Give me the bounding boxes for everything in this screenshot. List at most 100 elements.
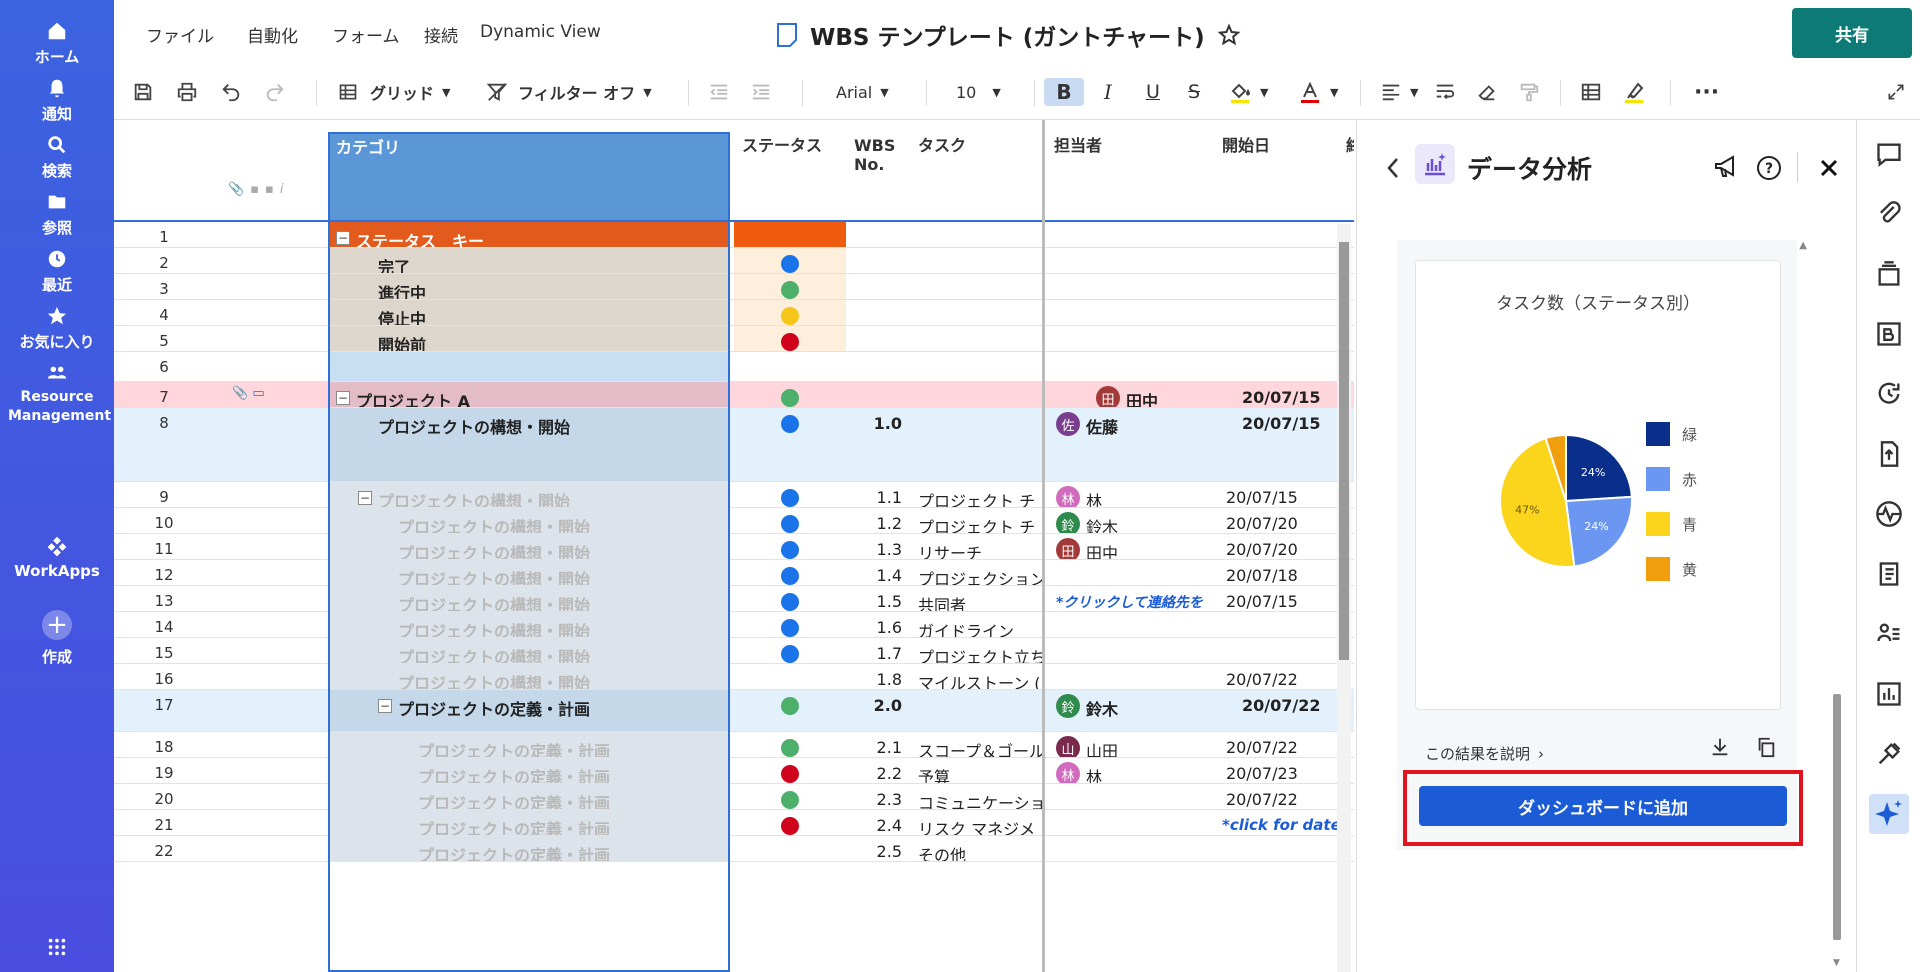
assignee-cell[interactable]: 林林 [1046, 482, 1214, 507]
wbs-cell[interactable] [846, 326, 910, 351]
table-row[interactable]: 14 プロジェクトの構想・開始 1.6 ガイドライン [114, 612, 1354, 638]
status-cell[interactable] [734, 352, 846, 381]
category-cell[interactable]: 完了 [328, 248, 730, 273]
more-options-button[interactable]: ··· [1694, 78, 1719, 106]
task-cell[interactable] [910, 248, 1042, 273]
row-number[interactable]: 16 [114, 670, 214, 688]
task-cell[interactable] [910, 274, 1042, 299]
nav-create[interactable]: + 作成 [0, 610, 114, 667]
row-number[interactable]: 2 [114, 254, 214, 272]
task-cell[interactable]: プロジェクション [910, 560, 1042, 585]
category-cell[interactable]: − プロジェクト A [328, 382, 730, 407]
row-number[interactable]: 10 [114, 514, 214, 532]
wbs-cell[interactable]: 2.2 [846, 758, 910, 783]
assignee-cell[interactable] [1046, 248, 1214, 273]
collapse-toggle-icon[interactable]: − [358, 491, 372, 505]
category-cell[interactable]: − プロジェクトの定義・計画 [328, 690, 730, 731]
row-number[interactable]: 17 [114, 696, 214, 714]
assignee-cell[interactable] [1046, 352, 1214, 381]
nav-resource-management[interactable]: Resource Management [0, 362, 114, 426]
table-row[interactable]: 13 プロジェクトの構想・開始 1.5 共同者 *クリックして連絡先を 20/07/15 [114, 586, 1354, 612]
back-arrow-icon[interactable] [1385, 156, 1401, 180]
table-row[interactable]: 4 停止中 [114, 300, 1354, 326]
nav-notifications[interactable]: 通知 [0, 77, 114, 124]
category-cell[interactable]: プロジェクトの構想・開始 [328, 638, 730, 663]
table-row[interactable]: 20 プロジェクトの定義・計画 2.3 コミュニケーショ 20/07/22 [114, 784, 1354, 810]
nav-favorites[interactable]: お気に入り [0, 305, 114, 352]
category-cell[interactable]: プロジェクトの構想・開始 [328, 612, 730, 637]
column-header-category[interactable]: カテゴリ [328, 132, 730, 220]
status-cell[interactable] [734, 300, 846, 325]
status-cell[interactable] [734, 784, 846, 809]
table-row[interactable]: 1 − ステータス キー [114, 222, 1354, 248]
wbs-cell[interactable]: 2.3 [846, 784, 910, 809]
legend-item[interactable]: 青 [1646, 512, 1697, 536]
nav-home[interactable]: ホーム [0, 20, 114, 67]
task-cell[interactable]: プロジェクト チ [910, 508, 1042, 533]
row-number[interactable]: 18 [114, 738, 214, 756]
start-date-cell[interactable] [1214, 836, 1344, 861]
status-cell[interactable] [734, 534, 846, 559]
category-cell[interactable]: プロジェクトの構想・開始 [328, 408, 730, 481]
status-cell[interactable] [734, 586, 846, 611]
status-cell[interactable] [734, 248, 846, 273]
assignee-cell[interactable] [1046, 222, 1214, 247]
proofing-icon[interactable] [1875, 260, 1903, 288]
row-number[interactable]: 21 [114, 816, 214, 834]
assignee-cell[interactable]: *クリックして連絡先を [1046, 586, 1214, 611]
add-to-dashboard-button[interactable]: ダッシュボードに追加 [1419, 786, 1787, 826]
status-cell[interactable] [734, 482, 846, 507]
wbs-cell[interactable] [846, 248, 910, 273]
explain-results-link[interactable]: この結果を説明 › [1425, 743, 1544, 764]
category-cell[interactable]: 進行中 [328, 274, 730, 299]
category-cell[interactable]: 開始前 [328, 326, 730, 351]
copy-icon[interactable] [1755, 736, 1777, 758]
table-row[interactable]: 12 プロジェクトの構想・開始 1.4 プロジェクション 20/07/18 [114, 560, 1354, 586]
filter-dropdown[interactable]: フィルター オフ ▼ [486, 78, 652, 106]
row-number[interactable]: 14 [114, 618, 214, 636]
wbs-cell[interactable]: 1.6 [846, 612, 910, 637]
collapse-toggle-icon[interactable]: − [378, 699, 392, 713]
task-cell[interactable] [910, 408, 1042, 481]
task-cell[interactable]: 予算 [910, 758, 1042, 783]
table-row[interactable]: 19 プロジェクトの定義・計画 2.2 予算 林林 20/07/23 [114, 758, 1354, 784]
legend-item[interactable]: 赤 [1646, 467, 1697, 491]
table-row[interactable]: 10 プロジェクトの構想・開始 1.2 プロジェクト チ鈴鈴木 20/07/20 [114, 508, 1354, 534]
assignee-cell[interactable]: 佐佐藤 [1046, 408, 1214, 481]
row-number[interactable]: 4 [114, 306, 214, 324]
fullscreen-button[interactable] [1886, 78, 1906, 106]
row-number[interactable]: 7 [114, 388, 214, 406]
row-attachment-comment-icons[interactable]: 📎 ▭ [232, 386, 265, 401]
status-cell[interactable] [734, 222, 846, 247]
forms-icon[interactable] [1875, 560, 1903, 588]
table-row[interactable]: 11 プロジェクトの構想・開始 1.3 リサーチ 田田中 20/07/20 [114, 534, 1354, 560]
underline-button[interactable]: U [1146, 78, 1160, 106]
wbs-cell[interactable]: 1.3 [846, 534, 910, 559]
assignee-cell[interactable] [1046, 612, 1214, 637]
wbs-cell[interactable]: 1.2 [846, 508, 910, 533]
nav-workapps[interactable]: WorkApps [0, 536, 114, 580]
assignee-cell[interactable] [1046, 638, 1214, 663]
row-number[interactable]: 6 [114, 358, 214, 376]
redo-button[interactable] [264, 78, 286, 106]
table-row[interactable]: 2 完了 [114, 248, 1354, 274]
status-cell[interactable] [734, 612, 846, 637]
status-cell[interactable] [734, 690, 846, 731]
category-cell[interactable]: プロジェクトの構想・開始 [328, 586, 730, 611]
clear-format-button[interactable] [1476, 78, 1498, 106]
connectors-icon[interactable] [1875, 740, 1903, 768]
assignee-cell[interactable]: 林林 [1046, 758, 1214, 783]
assignee-cell[interactable] [1046, 810, 1214, 835]
ai-analysis-button[interactable] [1869, 794, 1909, 834]
table-row[interactable]: 3 進行中 [114, 274, 1354, 300]
outdent-button[interactable] [708, 78, 730, 106]
legend-item[interactable]: 黄 [1646, 557, 1697, 581]
assignee-cell[interactable] [1046, 836, 1214, 861]
row-number[interactable]: 13 [114, 592, 214, 610]
table-row[interactable]: 15 プロジェクトの構想・開始 1.7 プロジェクト立ち [114, 638, 1354, 664]
assignee-cell[interactable]: 田田中 [1046, 382, 1214, 407]
assignee-cell[interactable]: 山山田 [1046, 732, 1214, 757]
category-cell[interactable]: − ステータス キー [328, 222, 730, 247]
category-cell[interactable]: 停止中 [328, 300, 730, 325]
row-number[interactable]: 1 [114, 228, 214, 246]
